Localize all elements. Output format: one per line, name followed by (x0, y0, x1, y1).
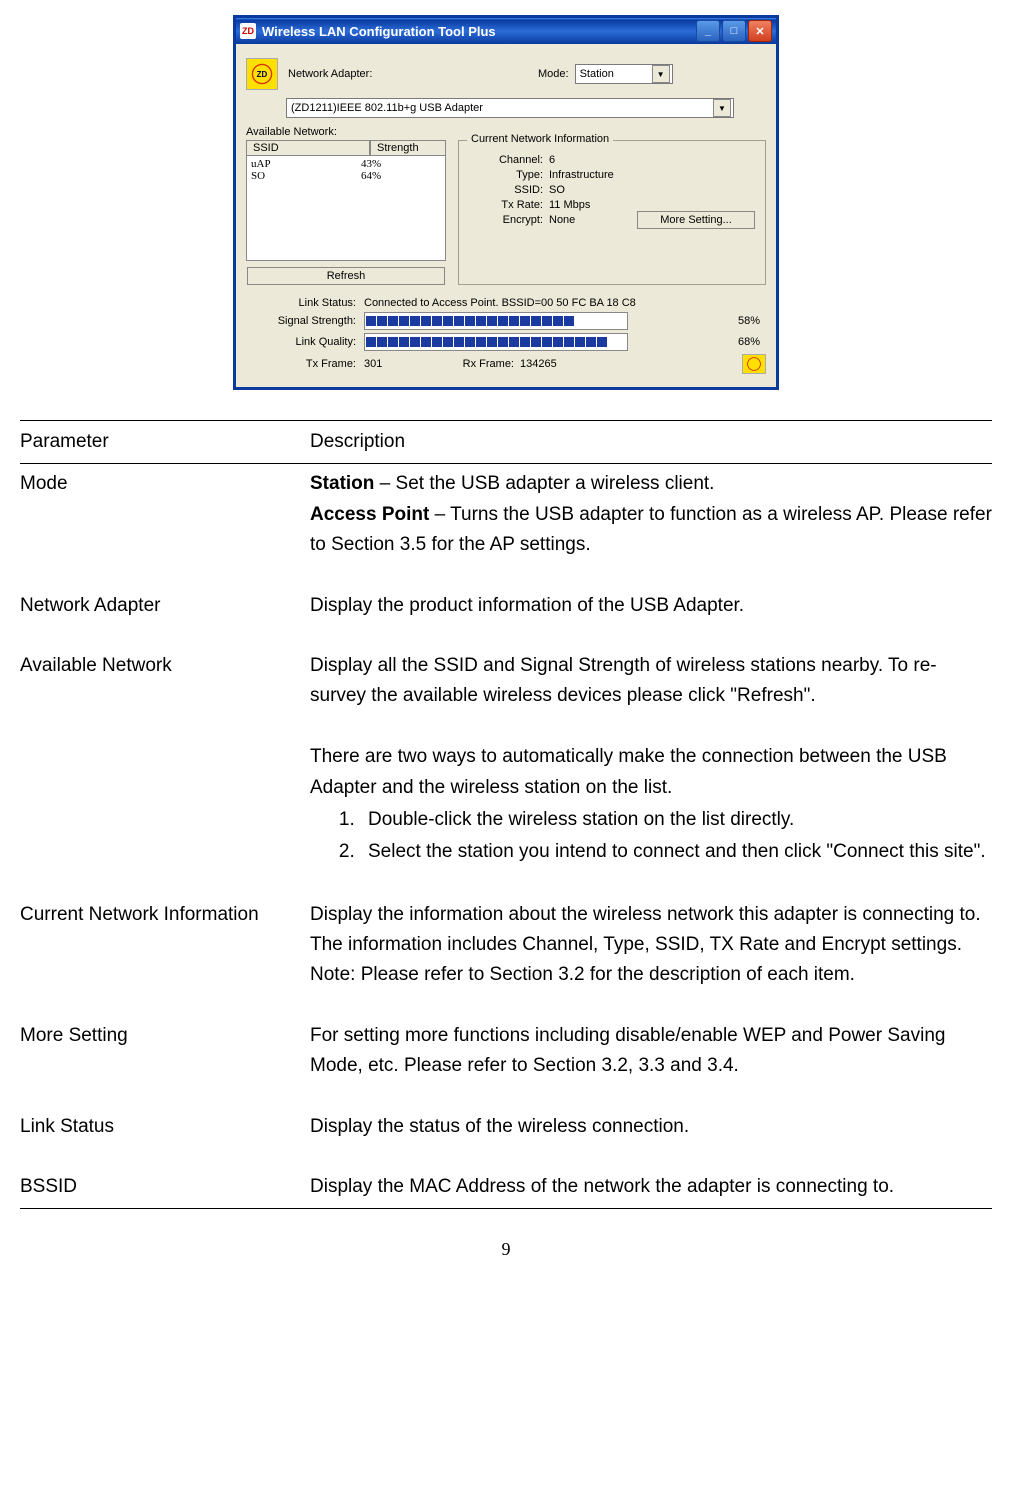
table-row: Available Network Display all the SSID a… (20, 646, 992, 875)
table-row: Mode Station – Set the USB adapter a wir… (20, 464, 992, 566)
network-adapter-label: Network Adapter: (288, 68, 408, 80)
groupbox-legend: Current Network Information (467, 133, 613, 145)
adapter-combo[interactable]: (ZD1211)IEEE 802.11b+g USB Adapter ▼ (286, 98, 734, 118)
ssid-value: SO (549, 184, 565, 196)
link-quality-pct: 68% (738, 336, 760, 348)
list-item[interactable]: SO 64% (251, 170, 441, 182)
adapter-combo-value: (ZD1211)IEEE 802.11b+g USB Adapter (291, 102, 483, 114)
signal-strength-pct: 58% (738, 315, 760, 327)
config-tool-window: ZD Wireless LAN Configuration Tool Plus … (233, 15, 779, 390)
more-setting-button[interactable]: More Setting... (637, 211, 755, 229)
available-network-list[interactable]: SSID Strength uAP 43% SO 64% (246, 140, 446, 285)
refresh-button[interactable]: Refresh (247, 267, 445, 285)
zd-logo-icon (742, 354, 766, 374)
zd-logo-icon: ZD (246, 58, 278, 90)
minimize-button[interactable]: _ (696, 20, 720, 42)
mode-combo[interactable]: Station ▼ (575, 64, 673, 84)
encrypt-value: None (549, 214, 575, 226)
chevron-down-icon: ▼ (713, 99, 731, 117)
parameter-table: Parameter Description Mode Station – Set… (20, 420, 992, 1209)
table-row: BSSID Display the MAC Address of the net… (20, 1167, 992, 1209)
column-strength[interactable]: Strength (370, 140, 446, 156)
rx-frame-value: 134265 (520, 358, 557, 370)
link-quality-bar (364, 333, 628, 351)
tx-frame-value: 301 (364, 358, 444, 370)
signal-strength-bar (364, 312, 628, 330)
list-item[interactable]: uAP 43% (251, 158, 441, 170)
current-network-info-group: Current Network Information Channel:6 Ty… (458, 140, 766, 285)
header-description: Description (310, 421, 992, 464)
type-value: Infrastructure (549, 169, 614, 181)
window-title: Wireless LAN Configuration Tool Plus (262, 24, 696, 39)
table-row: More Setting For setting more functions … (20, 1016, 992, 1087)
maximize-button[interactable]: □ (722, 20, 746, 42)
table-row: Current Network Information Display the … (20, 895, 992, 996)
column-ssid[interactable]: SSID (246, 140, 370, 156)
channel-value: 6 (549, 154, 555, 166)
page-number: 9 (20, 1239, 992, 1260)
link-status-value: Connected to Access Point. BSSID=00 50 F… (364, 297, 636, 309)
table-row: Link Status Display the status of the wi… (20, 1107, 992, 1147)
titlebar[interactable]: ZD Wireless LAN Configuration Tool Plus … (236, 18, 776, 44)
app-icon: ZD (240, 23, 256, 39)
close-button[interactable]: ✕ (748, 20, 772, 42)
chevron-down-icon: ▼ (652, 65, 670, 83)
txrate-value: 11 Mbps (549, 199, 590, 211)
header-parameter: Parameter (20, 421, 310, 464)
mode-combo-value: Station (580, 68, 614, 80)
mode-label: Mode: (538, 68, 569, 80)
table-row: Network Adapter Display the product info… (20, 586, 992, 626)
